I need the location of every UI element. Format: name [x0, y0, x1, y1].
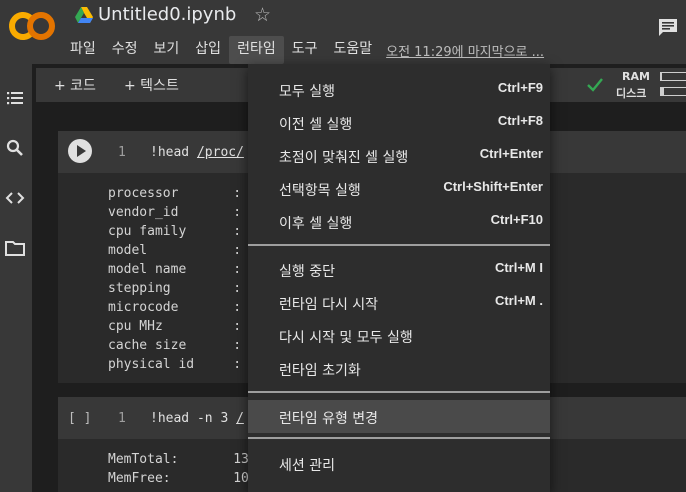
menu-item-run-focused[interactable]: 초점이 맞춰진 셀 실행 Ctrl+Enter — [248, 139, 550, 172]
search-icon[interactable] — [4, 137, 26, 159]
app-header: Untitled0.ipynb ☆ 파일 수정 보기 삽입 런타임 도구 도움말… — [0, 0, 686, 64]
ram-usage-bar[interactable] — [660, 72, 686, 81]
output-line: microcode : — [108, 300, 242, 315]
menu-edit[interactable]: 수정 — [104, 36, 146, 64]
line-number: 1 — [118, 411, 126, 426]
menu-item-shortcut: Ctrl+F8 — [497, 113, 543, 128]
execution-count[interactable]: [ ] — [68, 411, 91, 426]
add-code-button[interactable]: + 코드 — [54, 75, 96, 95]
runtime-dropdown-menu: 모두 실행 Ctrl+F9 이전 셀 실행 Ctrl+F8 초점이 맞춰진 셀 … — [248, 64, 550, 492]
menu-item-label: 이전 셀 실행 — [279, 117, 353, 133]
menu-item-label: 런타임 다시 시작 — [279, 297, 379, 313]
code-text: !head — [150, 145, 197, 160]
notebook-title[interactable]: Untitled0.ipynb — [98, 4, 236, 25]
menu-help[interactable]: 도움말 — [325, 36, 380, 64]
menu-tools[interactable]: 도구 — [284, 36, 326, 64]
menu-divider — [248, 244, 550, 246]
cell-output: processor : vendor_id : cpu family : mod… — [108, 184, 241, 374]
menu-view[interactable]: 보기 — [146, 36, 188, 64]
menu-item-label: 다시 시작 및 모두 실행 — [279, 330, 413, 346]
menu-item-label: 이후 셀 실행 — [279, 216, 353, 232]
output-line: MemTotal: 13 — [108, 452, 249, 467]
menu-item-manage-sessions[interactable]: 세션 관리 — [248, 447, 550, 480]
star-icon[interactable]: ☆ — [254, 4, 271, 26]
last-saved-link[interactable]: 오전 11:29에 마지막으로 ... — [380, 41, 544, 60]
menu-insert[interactable]: 삽입 — [187, 36, 229, 64]
output-line: stepping : — [108, 281, 242, 296]
menu-item-interrupt[interactable]: 실행 중단 Ctrl+M I — [248, 253, 550, 286]
menu-item-label: 선택항목 실행 — [279, 183, 361, 199]
comment-icon[interactable] — [658, 18, 678, 36]
files-folder-icon[interactable] — [4, 237, 26, 259]
code-path-link[interactable]: /proc/ — [197, 145, 244, 160]
code-path-link[interactable]: / — [236, 411, 244, 426]
menu-item-restart-and-run-all[interactable]: 다시 시작 및 모두 실행 — [248, 319, 550, 352]
menu-item-label: 초점이 맞춰진 셀 실행 — [279, 150, 409, 166]
left-sidebar — [0, 64, 32, 492]
add-text-button[interactable]: + 텍스트 — [124, 75, 179, 95]
menu-item-change-runtime-type[interactable]: 런타임 유형 변경 — [248, 400, 550, 433]
colab-logo[interactable] — [8, 8, 56, 44]
disk-label: 디스크 — [616, 87, 647, 100]
code-line[interactable]: !head /proc/ — [150, 145, 244, 160]
output-line: model : — [108, 243, 242, 258]
output-line: model name : — [108, 262, 242, 277]
menu-item-run-selection[interactable]: 선택항목 실행 Ctrl+Shift+Enter — [248, 172, 550, 205]
menu-file[interactable]: 파일 — [62, 36, 104, 64]
output-line: cpu MHz : — [108, 319, 242, 334]
menu-item-label: 실행 중단 — [279, 264, 335, 280]
ram-usage-fill — [661, 73, 663, 80]
output-line: cpu family : — [108, 224, 242, 239]
menu-item-shortcut: Ctrl+F10 — [490, 212, 543, 227]
output-line: MemFree: 10 — [108, 471, 249, 486]
output-line: physical id : — [108, 357, 242, 372]
menu-item-shortcut: Ctrl+Enter — [479, 146, 543, 161]
disk-usage-fill — [661, 88, 665, 95]
code-line[interactable]: !head -n 3 / — [150, 411, 244, 426]
menu-item-label: 런타임 유형 변경 — [279, 411, 379, 427]
menu-item-run-all[interactable]: 모두 실행 Ctrl+F9 — [248, 73, 550, 106]
menu-divider — [248, 391, 550, 393]
disk-usage-bar[interactable] — [660, 87, 686, 96]
run-cell-button[interactable] — [68, 139, 92, 163]
menu-item-shortcut: Ctrl+Shift+Enter — [443, 179, 543, 194]
menu-item-restart-runtime[interactable]: 런타임 다시 시작 Ctrl+M . — [248, 286, 550, 319]
menu-item-shortcut: Ctrl+F9 — [497, 80, 543, 95]
menu-item-run-after[interactable]: 이후 셀 실행 Ctrl+F10 — [248, 205, 550, 238]
menu-runtime[interactable]: 런타임 — [229, 36, 284, 64]
code-snippets-icon[interactable] — [4, 187, 26, 209]
menu-item-factory-reset[interactable]: 런타임 초기화 — [248, 352, 550, 385]
menu-divider — [248, 437, 550, 439]
ram-label: RAM — [622, 70, 650, 83]
menu-item-label: 세션 관리 — [279, 458, 335, 474]
code-text: !head -n 3 — [150, 411, 237, 426]
menu-bar: 파일 수정 보기 삽입 런타임 도구 도움말 오전 11:29에 마지막으로 .… — [62, 36, 544, 64]
table-of-contents-icon[interactable] — [4, 87, 26, 109]
google-drive-icon[interactable] — [75, 7, 93, 23]
menu-item-shortcut: Ctrl+M I — [494, 260, 543, 275]
output-line: processor : — [108, 186, 242, 201]
connected-check-icon — [587, 78, 603, 92]
menu-item-shortcut: Ctrl+M . — [494, 293, 543, 308]
menu-item-label: 런타임 초기화 — [279, 363, 361, 379]
menu-item-label: 모두 실행 — [279, 84, 335, 100]
menu-item-run-before[interactable]: 이전 셀 실행 Ctrl+F8 — [248, 106, 550, 139]
line-number: 1 — [118, 145, 126, 160]
output-line: cache size : — [108, 338, 242, 353]
output-line: vendor_id : — [108, 205, 242, 220]
cell-output: MemTotal: 13 MemFree: 10 — [108, 450, 249, 488]
